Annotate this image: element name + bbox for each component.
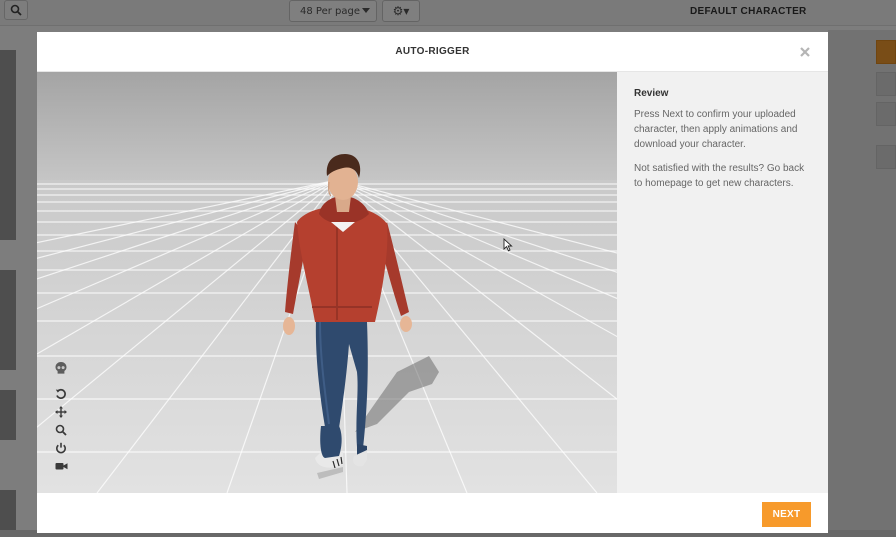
modal-header: AUTO-RIGGER bbox=[37, 32, 828, 72]
modal-footer: NEXT bbox=[37, 493, 828, 533]
review-instructions: Press Next to confirm your uploaded char… bbox=[634, 109, 798, 150]
3d-viewport[interactable] bbox=[37, 72, 617, 493]
3d-scene bbox=[37, 72, 617, 493]
zoom-button[interactable] bbox=[53, 422, 69, 438]
camera-button[interactable] bbox=[53, 458, 69, 474]
power-button[interactable] bbox=[53, 440, 69, 456]
mouse-cursor-icon bbox=[503, 238, 513, 252]
review-panel: Review Press Next to confirm your upload… bbox=[617, 72, 828, 493]
camera-icon bbox=[55, 463, 67, 470]
next-button[interactable]: NEXT bbox=[762, 502, 811, 527]
auto-rigger-modal: AUTO-RIGGER Review Press Next to confirm… bbox=[37, 32, 828, 533]
reset-icon bbox=[55, 388, 66, 399]
close-icon[interactable] bbox=[798, 45, 812, 59]
skeleton-icon bbox=[55, 362, 67, 374]
reset-view-button[interactable] bbox=[53, 386, 69, 402]
skeleton-toggle[interactable] bbox=[53, 360, 69, 376]
review-heading: Review bbox=[634, 88, 669, 99]
power-icon bbox=[56, 442, 66, 454]
zoom-icon bbox=[55, 424, 67, 436]
review-retry-note: Not satisfied with the results? Go back … bbox=[634, 163, 805, 189]
modal-title: AUTO-RIGGER bbox=[395, 46, 470, 57]
move-icon bbox=[55, 406, 67, 418]
pan-button[interactable] bbox=[53, 404, 69, 420]
